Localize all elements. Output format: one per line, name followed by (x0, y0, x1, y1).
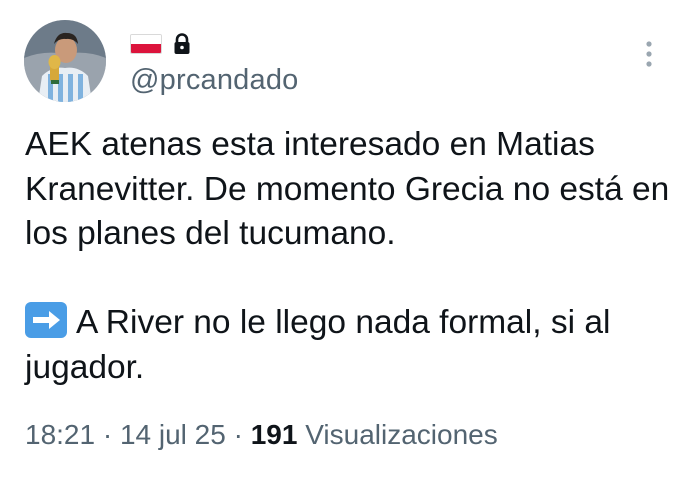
avatar-photo (24, 20, 106, 102)
meta-separator: · (225, 419, 251, 450)
avatar[interactable] (24, 20, 106, 102)
tweet-card: @prcandado AEK atenas esta interesado en… (0, 0, 690, 479)
views-count[interactable]: 191 (251, 419, 298, 450)
poland-flag-icon (130, 34, 162, 54)
author-handle[interactable]: @prcandado (130, 64, 299, 97)
tweet-date[interactable]: 14 jul 25 (120, 419, 226, 450)
tweet-time[interactable]: 18:21 (25, 419, 95, 450)
tweet-text: AEK atenas esta interesado en Matias Kra… (25, 123, 675, 390)
author-name-row[interactable] (130, 30, 192, 58)
tweet-meta: 18:21 · 14 jul 25 · 191 Visualizaciones (25, 419, 498, 451)
right-arrow-emoji-icon (25, 302, 67, 338)
lock-icon (174, 33, 190, 54)
meta-separator: · (95, 419, 120, 450)
tweet-paragraph-1: AEK atenas esta interesado en Matias Kra… (25, 126, 670, 252)
tweet-paragraph-2-text: A River no le llego nada formal, si al j… (25, 304, 611, 386)
tweet-paragraph-2: A River no le llego nada formal, si al j… (25, 301, 675, 390)
views-label[interactable]: Visualizaciones (297, 419, 498, 450)
more-vertical-icon[interactable] (641, 40, 657, 70)
